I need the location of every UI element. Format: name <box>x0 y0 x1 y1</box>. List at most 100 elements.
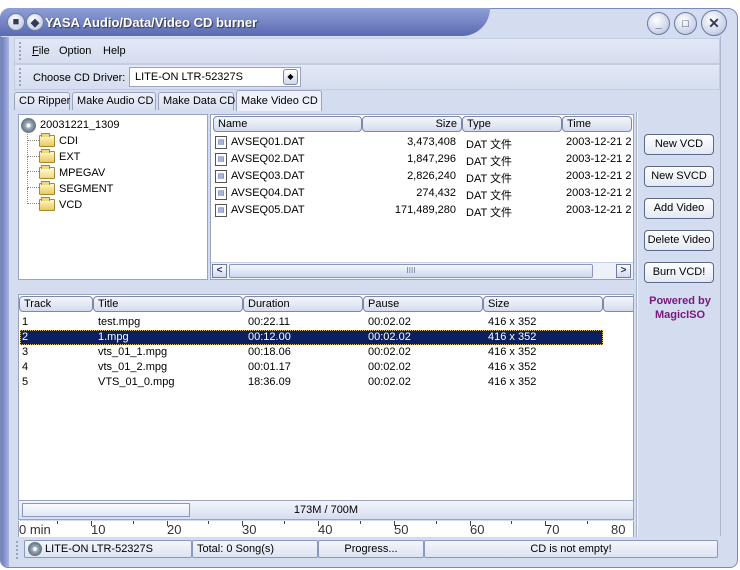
file-row[interactable]: ▤ AVSEQ05.DAT 171,489,280 DAT 文件 2003-12… <box>211 203 633 219</box>
file-name: AVSEQ01.DAT <box>231 136 305 148</box>
folder-tree[interactable]: 20031221_1309 CDI EXT MPEGAV SEGMENT VCD <box>18 114 208 280</box>
column-header-size[interactable]: Size <box>362 116 462 132</box>
track-row[interactable]: 1 test.mpg 00:22.11 00:02.02 416 x 352 <box>19 315 633 330</box>
tree-folder[interactable]: VCD <box>39 197 82 213</box>
tree-connector <box>27 172 39 188</box>
ruler-label: 30 <box>242 522 257 537</box>
column-header-duration[interactable]: Duration <box>243 296 363 312</box>
ruler-major-tick <box>167 521 168 526</box>
powered-by-line1: Powered by <box>649 295 711 307</box>
close-button[interactable]: ✕ <box>701 10 727 36</box>
status-progress: Progress... <box>318 540 424 558</box>
column-header-time[interactable]: Time <box>562 116 632 132</box>
tree-folder[interactable]: EXT <box>39 149 80 165</box>
ruler-label: 40 <box>318 522 333 537</box>
capacity-bar: 173M / 700M <box>18 500 634 520</box>
tree-folder-open[interactable]: MPEGAV <box>39 165 105 181</box>
column-header-track[interactable]: Track <box>19 296 93 312</box>
file-list[interactable]: Name Size Type Time ▤ AVSEQ01.DAT 3,473,… <box>210 114 634 280</box>
track-pause: 00:02.02 <box>368 376 411 388</box>
system-menu-icon[interactable]: ■ <box>7 13 25 31</box>
ruler-minor-tick <box>587 521 588 524</box>
file-name: AVSEQ03.DAT <box>231 170 305 182</box>
column-header-size[interactable]: Size <box>483 296 603 312</box>
column-header-name[interactable]: Name <box>213 116 362 132</box>
file-row[interactable]: ▤ AVSEQ04.DAT 274,432 DAT 文件 2003-12-21 … <box>211 186 633 202</box>
tree-folder[interactable]: CDI <box>39 133 78 149</box>
column-header-type[interactable]: Type <box>462 116 562 132</box>
dat-file-icon: ▤ <box>215 170 227 183</box>
file-name: AVSEQ02.DAT <box>231 153 305 165</box>
new-vcd-button[interactable]: New VCD <box>644 134 714 155</box>
ruler-minor-tick <box>57 521 58 524</box>
track-list[interactable]: Track Title Duration Pause Size 1 test.m… <box>18 294 634 504</box>
file-row[interactable]: ▤ AVSEQ02.DAT 1,847,296 DAT 文件 2003-12-2… <box>211 152 633 168</box>
window-title: YASA Audio/Data/Video CD burner <box>45 15 258 30</box>
tab-make-video-cd[interactable]: Make Video CD <box>236 90 322 111</box>
ruler-minor-tick <box>511 521 512 524</box>
ruler-label: 60 <box>470 522 485 537</box>
delete-video-button[interactable]: Delete Video <box>644 230 714 251</box>
menu-grip[interactable] <box>19 42 21 60</box>
track-pause: 00:02.02 <box>368 361 411 373</box>
tab-cd-ripper[interactable]: CD Ripper <box>14 92 70 110</box>
status-bar: LITE-ON LTR-52327S Total: 0 Song(s) Prog… <box>14 538 720 560</box>
status-drive-text: LITE-ON LTR-52327S <box>45 543 154 555</box>
drive-toolbar: Choose CD Driver: LITE-ON LTR-52327S ◆ <box>14 64 720 90</box>
track-row[interactable]: 4 vts_01_2.mpg 00:01.17 00:02.02 416 x 3… <box>19 360 633 375</box>
file-time: 2003-12-21 2 <box>566 204 632 216</box>
file-type: DAT 文件 <box>466 139 513 151</box>
ruler-major-tick <box>394 521 395 526</box>
window-right-edge <box>720 36 722 536</box>
maximize-button[interactable]: □ <box>674 12 697 35</box>
horizontal-scrollbar[interactable]: < IIII > <box>211 262 633 279</box>
status-drive: LITE-ON LTR-52327S <box>24 540 192 558</box>
burn-vcd-button[interactable]: Burn VCD! <box>644 262 714 283</box>
folder-icon <box>39 197 55 211</box>
track-size: 416 x 352 <box>488 361 537 373</box>
title-bar-band-curve <box>250 8 490 36</box>
file-row[interactable]: ▤ AVSEQ01.DAT 3,473,408 DAT 文件 2003-12-2… <box>211 135 633 151</box>
track-row-selected[interactable]: 2 1.mpg 00:12.00 00:02.02 416 x 352 <box>19 330 633 345</box>
track-title: VTS_01_0.mpg <box>98 376 175 388</box>
video-cd-panel: 20031221_1309 CDI EXT MPEGAV SEGMENT VCD… <box>14 112 636 538</box>
minimize-button[interactable]: _ <box>647 12 670 35</box>
scroll-left-icon[interactable]: < <box>212 264 227 278</box>
tab-make-audio-cd[interactable]: Make Audio CD <box>72 92 156 110</box>
add-video-button[interactable]: Add Video <box>644 198 714 219</box>
ruler-label: 70 <box>545 522 560 537</box>
new-svcd-button[interactable]: New SVCD <box>644 166 714 187</box>
ruler-major-tick <box>242 521 243 526</box>
column-header-title[interactable]: Title <box>93 296 243 312</box>
tree-folder[interactable]: SEGMENT <box>39 181 113 197</box>
menu-help[interactable]: Help <box>103 45 126 57</box>
drive-select[interactable]: LITE-ON LTR-52327S ◆ <box>129 67 301 87</box>
file-size: 274,432 <box>416 187 456 199</box>
track-pause: 00:02.02 <box>368 331 411 343</box>
menu-option[interactable]: Option <box>59 45 91 57</box>
file-time: 2003-12-21 2 <box>566 187 632 199</box>
rollup-icon[interactable]: ◆ <box>26 13 44 31</box>
scroll-thumb[interactable]: IIII <box>229 264 593 278</box>
menu-file[interactable]: File <box>32 45 50 57</box>
toolbar-grip[interactable] <box>19 68 21 86</box>
folder-icon <box>39 133 55 147</box>
folder-icon <box>39 181 55 195</box>
tree-folder-label: VCD <box>59 199 83 211</box>
track-row[interactable]: 3 vts_01_1.mpg 00:18.06 00:02.02 416 x 3… <box>19 345 633 360</box>
column-header-extra[interactable] <box>603 296 633 312</box>
status-message: CD is not empty! <box>424 540 718 558</box>
tree-root[interactable]: 20031221_1309 <box>21 117 120 133</box>
dropdown-arrow-icon[interactable]: ◆ <box>283 69 298 85</box>
column-header-pause[interactable]: Pause <box>363 296 483 312</box>
tab-make-data-cd[interactable]: Make Data CD <box>158 92 235 110</box>
time-ruler: 0 min 10 20 30 40 50 60 70 80 <box>18 521 634 537</box>
file-row[interactable]: ▤ AVSEQ03.DAT 2,826,240 DAT 文件 2003-12-2… <box>211 169 633 185</box>
file-name: AVSEQ05.DAT <box>231 204 305 216</box>
track-row[interactable]: 5 VTS_01_0.mpg 18:36.09 00:02.02 416 x 3… <box>19 375 633 390</box>
drive-label: Choose CD Driver: <box>33 72 126 84</box>
scroll-right-icon[interactable]: > <box>616 264 631 278</box>
ruler-minor-tick <box>360 521 361 524</box>
menu-bar: File Option Help <box>14 38 720 64</box>
title-bar[interactable]: ■ ◆ YASA Audio/Data/Video CD burner _ □ … <box>0 0 740 36</box>
